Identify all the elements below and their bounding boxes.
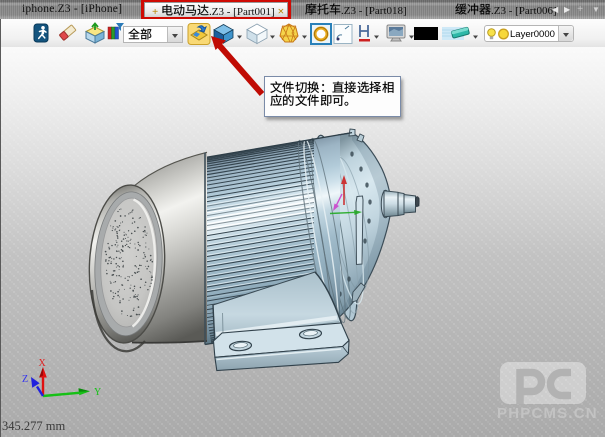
svg-text:PHPCMS.CN: PHPCMS.CN [497, 405, 598, 422]
svg-text:X: X [39, 358, 47, 369]
svg-text:Y: Y [94, 387, 101, 398]
svg-text:Z: Z [22, 374, 28, 385]
